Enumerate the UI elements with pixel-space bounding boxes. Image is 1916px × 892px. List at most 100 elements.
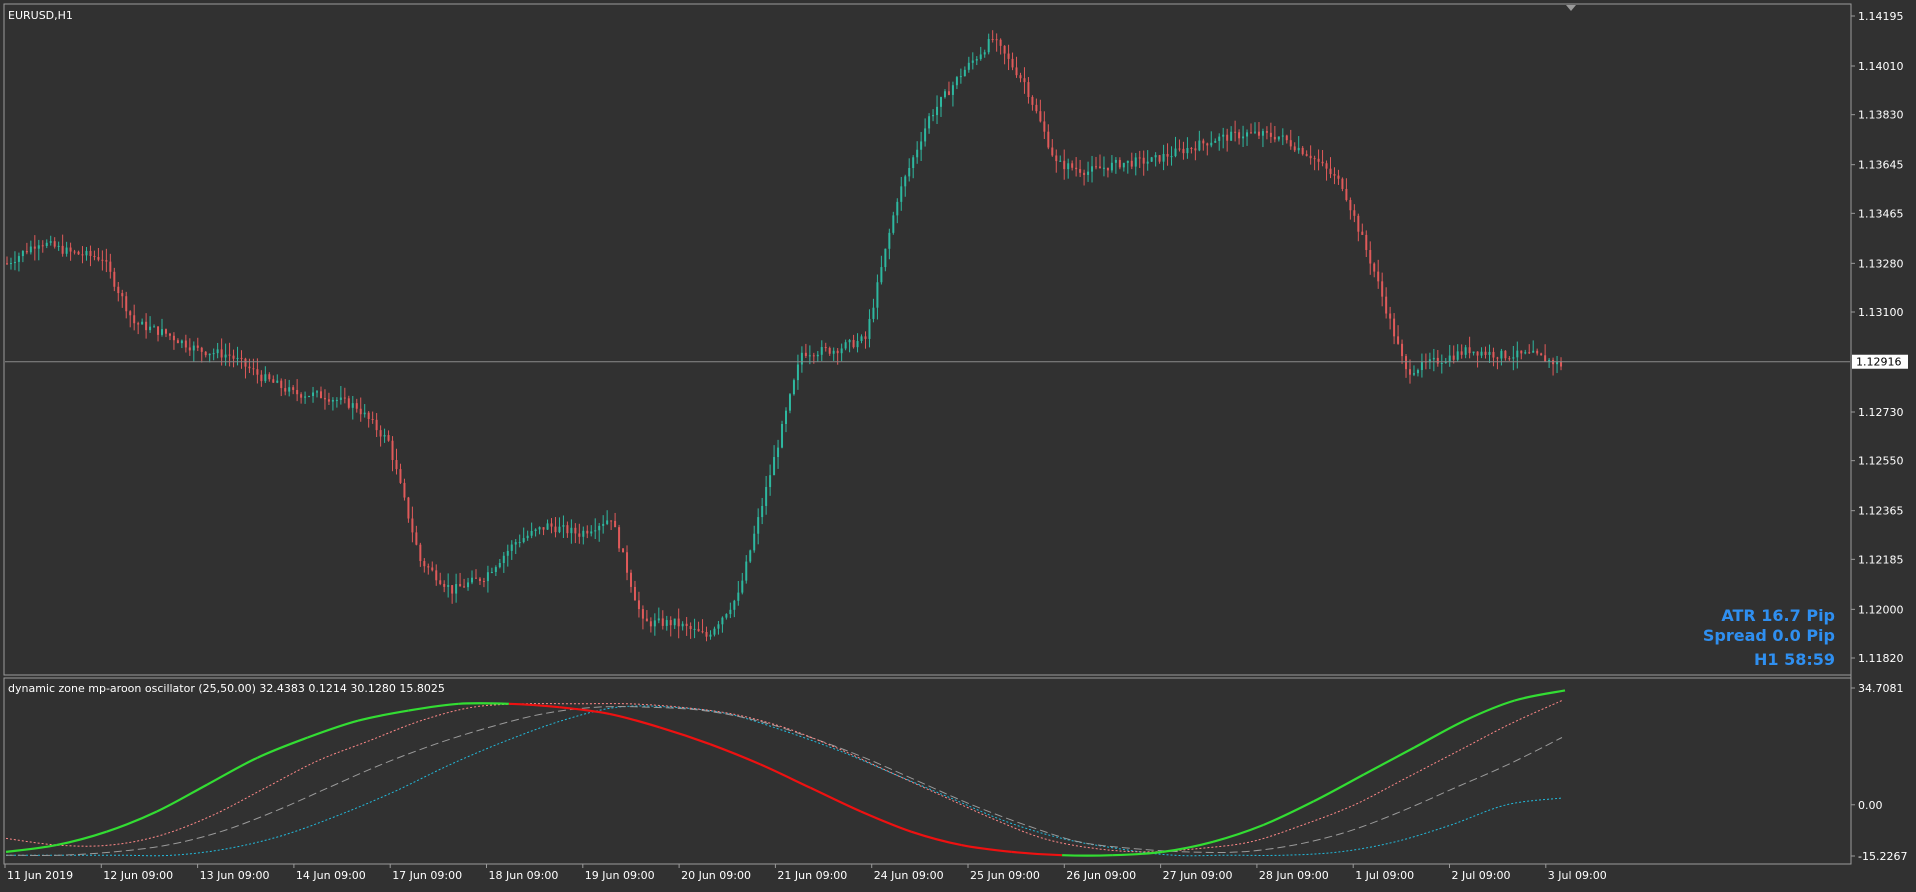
time-tick-label: 28 Jun 09:00 — [1259, 869, 1329, 882]
candle-body — [896, 202, 898, 216]
candle-body — [1147, 162, 1149, 164]
candle-body — [34, 247, 36, 249]
candle-body — [435, 570, 437, 580]
bar-timer-readout: H1 58:59 — [1754, 650, 1835, 669]
candle-body — [161, 329, 163, 335]
candle-body — [1027, 82, 1029, 97]
candle-body — [193, 346, 195, 351]
candle-body — [344, 398, 346, 399]
candle-body — [1465, 347, 1467, 355]
candle-body — [427, 566, 429, 567]
candle-body — [1361, 232, 1363, 235]
candle-body — [78, 252, 80, 255]
candle-body — [368, 413, 370, 419]
price-tick-label: 1.13465 — [1858, 207, 1904, 220]
candle-body — [920, 141, 922, 149]
candle-body — [209, 354, 211, 355]
candle-body — [292, 387, 294, 390]
candle-body — [1222, 135, 1224, 137]
candle-body — [1330, 169, 1332, 174]
candle-body — [431, 567, 433, 570]
candle-body — [471, 578, 473, 583]
candle-body — [479, 579, 481, 581]
candle-body — [1333, 174, 1335, 176]
price-tick-label: 1.12730 — [1858, 406, 1904, 419]
time-tick-label: 11 Jun 2019 — [7, 869, 73, 882]
candle-body — [451, 585, 453, 593]
candle-body — [1167, 154, 1169, 157]
candle-body — [745, 562, 747, 581]
candle-body — [1524, 352, 1526, 353]
candle-body — [1266, 131, 1268, 133]
candle-body — [14, 262, 16, 263]
candle-body — [984, 52, 986, 54]
candle-body — [876, 282, 878, 307]
candle-body — [944, 91, 946, 97]
candle-body — [837, 351, 839, 353]
candle-body — [658, 618, 660, 620]
candle-body — [201, 348, 203, 352]
candle-body — [638, 600, 640, 609]
main-chart-frame[interactable] — [4, 4, 1851, 675]
candle-body — [765, 487, 767, 506]
candle-body — [97, 257, 99, 260]
candle-body — [769, 475, 771, 487]
candle-body — [626, 552, 628, 572]
candle-body — [66, 248, 68, 254]
candle-body — [475, 578, 477, 579]
candle-body — [996, 39, 998, 40]
candle-body — [1409, 369, 1411, 375]
candle-body — [173, 336, 175, 340]
candle-body — [515, 542, 517, 544]
symbol-label: EURUSD,H1 — [8, 9, 73, 22]
candle-body — [392, 441, 394, 460]
candle-body — [205, 352, 207, 355]
candle-body — [1075, 168, 1077, 169]
candle-body — [1389, 314, 1391, 319]
candle-body — [1437, 358, 1439, 364]
candle-body — [403, 483, 405, 498]
candle-body — [197, 346, 199, 348]
candle-body — [761, 506, 763, 517]
candle-body — [324, 398, 326, 399]
candle-body — [1540, 353, 1542, 355]
candle-body — [1536, 351, 1538, 354]
time-tick-label: 12 Jun 09:00 — [103, 869, 173, 882]
candle-body — [690, 626, 692, 629]
candle-body — [364, 413, 366, 415]
candle-body — [328, 399, 330, 401]
current-price-label: 1.12916 — [1856, 356, 1902, 369]
candle-body — [1353, 210, 1355, 216]
candle-body — [1481, 352, 1483, 356]
candle-body — [26, 251, 28, 252]
candle-body — [1314, 158, 1316, 159]
candle-body — [1079, 169, 1081, 173]
candle-body — [62, 246, 64, 254]
candle-body — [38, 245, 40, 248]
candle-body — [507, 551, 509, 556]
candle-body — [483, 581, 485, 582]
candle-body — [940, 97, 942, 107]
candle-body — [1345, 189, 1347, 200]
candle-body — [857, 341, 859, 347]
candle-body — [189, 347, 191, 350]
candle-body — [1004, 46, 1006, 54]
candle-body — [360, 409, 362, 414]
candle-body — [928, 116, 930, 128]
candle-body — [1302, 148, 1304, 154]
chart-canvas[interactable]: 1.12916 1.141951.140101.138301.136451.13… — [0, 0, 1916, 888]
candle-body — [419, 545, 421, 561]
price-tick-label: 1.12550 — [1858, 455, 1904, 468]
time-tick-label: 26 Jun 09:00 — [1066, 869, 1136, 882]
time-tick-label: 19 Jun 09:00 — [585, 869, 655, 882]
price-tick-label: 1.12000 — [1858, 603, 1904, 616]
candle-body — [1469, 347, 1471, 353]
candle-body — [1155, 155, 1157, 157]
candle-body — [1322, 162, 1324, 163]
candle-body — [590, 531, 592, 533]
candle-body — [399, 469, 401, 483]
candle-body — [702, 631, 704, 632]
candle-body — [1000, 40, 1002, 46]
candle-body — [511, 545, 513, 551]
candle-body — [1218, 137, 1220, 141]
